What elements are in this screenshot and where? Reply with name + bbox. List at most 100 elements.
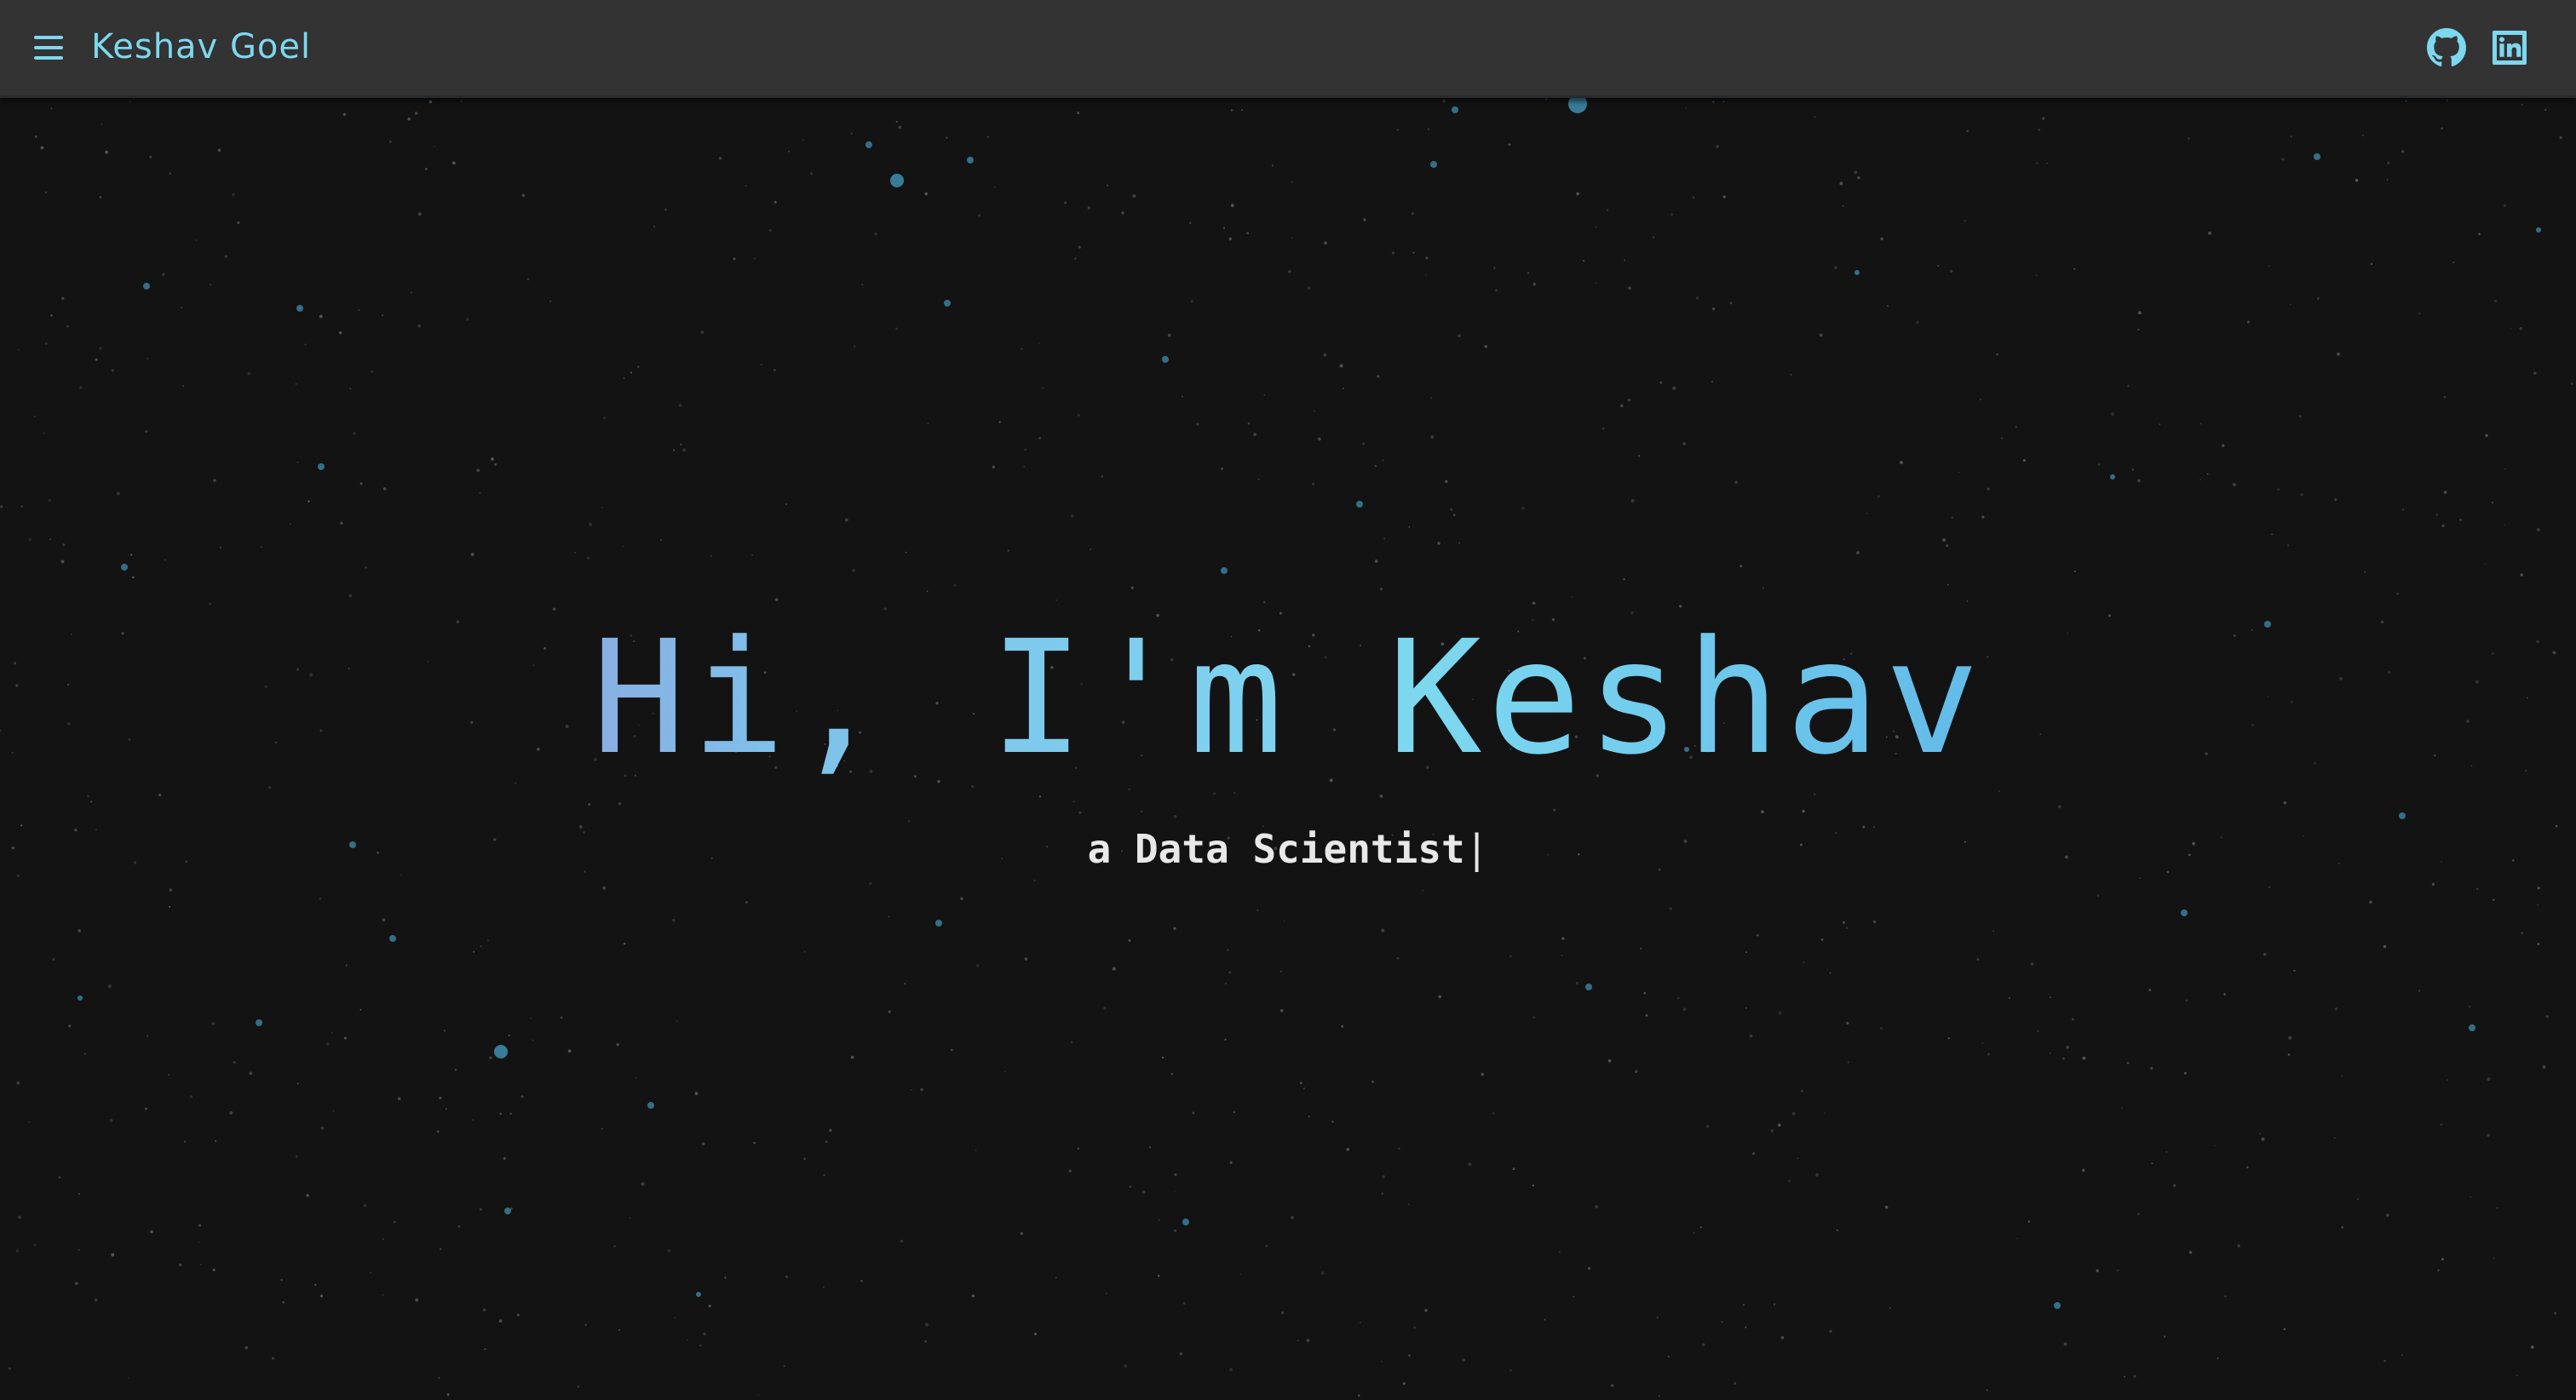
star bbox=[1112, 967, 1116, 971]
star bbox=[1412, 251, 1415, 254]
star bbox=[43, 432, 45, 434]
star bbox=[1342, 387, 1344, 389]
star bbox=[314, 1283, 317, 1286]
star bbox=[1595, 226, 1597, 228]
star bbox=[1606, 209, 1609, 211]
star bbox=[825, 1140, 828, 1144]
star bbox=[1866, 513, 1868, 514]
star bbox=[1492, 1112, 1495, 1115]
star bbox=[1667, 1355, 1670, 1358]
star bbox=[2493, 1257, 2495, 1259]
hamburger-menu-icon[interactable] bbox=[29, 29, 68, 66]
star bbox=[1854, 170, 1858, 175]
star bbox=[2263, 952, 2267, 956]
star bbox=[924, 192, 928, 196]
star bbox=[888, 915, 890, 918]
star bbox=[616, 1042, 620, 1047]
star bbox=[1453, 514, 1456, 517]
star bbox=[1078, 245, 1081, 249]
star bbox=[168, 1074, 170, 1076]
star bbox=[1481, 1072, 1485, 1076]
star bbox=[1937, 265, 1940, 267]
star bbox=[2199, 479, 2202, 481]
star bbox=[358, 309, 360, 312]
star bbox=[2503, 204, 2507, 208]
star bbox=[109, 1118, 113, 1122]
star bbox=[1640, 947, 1642, 950]
star bbox=[2223, 993, 2226, 995]
star bbox=[1411, 212, 1414, 215]
star bbox=[924, 1340, 928, 1343]
glow-star bbox=[1854, 270, 1860, 275]
star bbox=[1023, 466, 1026, 468]
star bbox=[2298, 415, 2302, 418]
star bbox=[1230, 109, 1233, 112]
star bbox=[671, 918, 676, 922]
star bbox=[676, 1020, 678, 1022]
star bbox=[40, 146, 44, 150]
star bbox=[829, 1128, 832, 1133]
star bbox=[353, 432, 356, 435]
star bbox=[1038, 437, 1042, 440]
linkedin-icon[interactable] bbox=[2489, 27, 2530, 68]
star bbox=[198, 1224, 202, 1227]
star bbox=[630, 371, 633, 374]
star bbox=[1430, 435, 1435, 439]
star bbox=[319, 1294, 324, 1298]
star bbox=[320, 1126, 325, 1130]
github-icon[interactable] bbox=[2426, 27, 2467, 68]
star bbox=[1308, 1116, 1310, 1118]
star bbox=[1228, 971, 1232, 974]
star bbox=[1634, 1070, 1638, 1074]
star bbox=[1695, 296, 1699, 300]
star bbox=[1630, 499, 1635, 502]
star bbox=[757, 1393, 760, 1396]
star bbox=[359, 1008, 362, 1011]
star bbox=[1495, 289, 1498, 292]
star bbox=[1802, 809, 1805, 813]
star bbox=[1256, 909, 1259, 911]
star bbox=[1739, 565, 1743, 568]
star bbox=[1712, 100, 1715, 103]
star bbox=[1377, 375, 1380, 378]
star bbox=[2151, 1162, 2153, 1165]
star bbox=[1425, 256, 1429, 260]
star bbox=[672, 449, 676, 451]
star bbox=[1645, 1013, 1648, 1017]
star bbox=[1221, 468, 1223, 470]
star bbox=[2521, 103, 2523, 106]
star bbox=[1532, 1184, 1535, 1187]
star bbox=[382, 487, 387, 491]
star bbox=[2217, 1357, 2219, 1359]
star bbox=[214, 1139, 217, 1143]
star bbox=[489, 1056, 492, 1060]
star bbox=[1658, 1395, 1660, 1397]
star bbox=[111, 1253, 115, 1257]
star bbox=[1672, 386, 1676, 390]
star bbox=[2383, 1359, 2386, 1363]
star bbox=[1323, 353, 1327, 357]
star bbox=[1872, 920, 1877, 924]
brand-name[interactable]: Keshav Goel bbox=[91, 19, 311, 75]
star bbox=[78, 1192, 80, 1195]
star bbox=[521, 193, 526, 198]
star bbox=[1879, 1026, 1883, 1030]
glow-star bbox=[494, 1045, 508, 1059]
star bbox=[295, 382, 297, 385]
star bbox=[925, 1323, 929, 1327]
star bbox=[2418, 990, 2421, 992]
star bbox=[410, 291, 412, 294]
star bbox=[2533, 371, 2537, 375]
glow-star bbox=[2314, 153, 2320, 160]
star bbox=[1246, 232, 1250, 235]
star bbox=[2293, 969, 2296, 973]
star bbox=[1532, 1016, 1536, 1019]
star bbox=[8, 1367, 11, 1370]
star bbox=[295, 1155, 298, 1158]
glow-star bbox=[2054, 1302, 2061, 1309]
star bbox=[116, 491, 120, 496]
star bbox=[2277, 488, 2280, 491]
star bbox=[28, 1121, 31, 1123]
star bbox=[1951, 516, 1954, 519]
star bbox=[1946, 544, 1949, 548]
